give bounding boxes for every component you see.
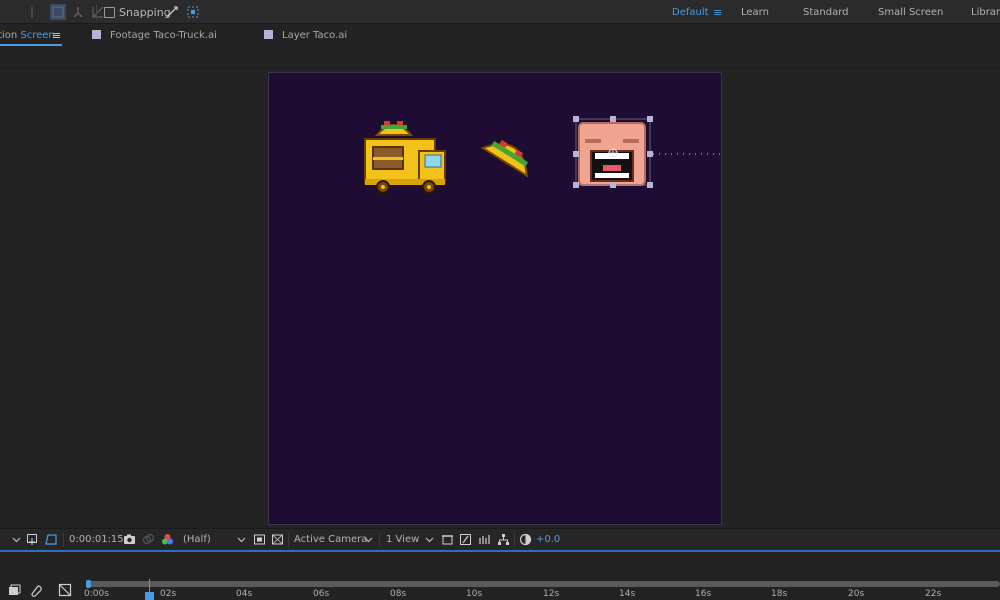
- composition-canvas[interactable]: [268, 72, 723, 525]
- frame-blending-icon[interactable]: [58, 583, 72, 597]
- tab-footage[interactable]: Footage Taco-Truck.ai: [92, 30, 217, 41]
- transform-handle[interactable]: [610, 182, 616, 188]
- workspace-learn[interactable]: Learn: [741, 7, 769, 18]
- playhead-handle[interactable]: [145, 592, 154, 600]
- time-ruler-label: 16s: [695, 589, 712, 599]
- time-ruler-label: 12s: [543, 589, 560, 599]
- time-ruler-label: 14s: [619, 589, 636, 599]
- time-ruler-label: 02s: [160, 589, 177, 599]
- controls-divider: [514, 533, 515, 547]
- active-tab-underline: [0, 44, 62, 46]
- controls-divider: [288, 533, 289, 547]
- transform-handle[interactable]: [573, 182, 579, 188]
- top-toolbar: Snapping Default ≡ Learn Standard Small …: [0, 0, 1000, 24]
- transform-handle[interactable]: [647, 182, 653, 188]
- chevron-down-icon[interactable]: [423, 533, 436, 546]
- timeline-sync-icon[interactable]: [478, 533, 491, 546]
- shy-layers-icon[interactable]: [29, 583, 43, 597]
- resolution-select[interactable]: (Half): [183, 534, 211, 545]
- tab-layer[interactable]: Layer Taco.ai: [264, 30, 347, 41]
- motion-path[interactable]: [653, 151, 723, 157]
- region-of-interest-icon[interactable]: [45, 533, 58, 546]
- toolbar-divider: [96, 4, 97, 20]
- snapping-toggle[interactable]: Snapping: [104, 6, 171, 19]
- current-time-display[interactable]: 0:00:01:15: [69, 534, 124, 545]
- tab-composition[interactable]: tion Screen: [0, 30, 55, 41]
- transform-handle[interactable]: [573, 151, 579, 157]
- chevron-down-icon[interactable]: [235, 533, 248, 546]
- camera-select[interactable]: Active Camera: [294, 534, 367, 545]
- transform-handle[interactable]: [573, 116, 579, 122]
- viewer-tabs: tion Screen Footage Taco-Truck.ai Layer …: [0, 24, 1000, 48]
- time-ruler-label: 08s: [390, 589, 407, 599]
- transform-handle[interactable]: [647, 116, 653, 122]
- time-ruler-label: 04s: [236, 589, 253, 599]
- snap-target-icon[interactable]: [186, 5, 200, 19]
- transform-handle[interactable]: [647, 151, 653, 157]
- work-area-start-handle[interactable]: [86, 580, 91, 588]
- current-time-indicator[interactable]: [149, 579, 150, 593]
- viewer-controls: ) 0:00:01:15 (Half) Active Camera 1 View: [0, 528, 1000, 550]
- magnification-menu-icon[interactable]: ): [0, 534, 1, 545]
- time-ruler-label: 0:00s: [84, 589, 109, 599]
- tab-composition-prefix: tion: [0, 30, 18, 41]
- taco-truck-sprite[interactable]: [364, 138, 446, 194]
- time-ruler-label: 20s: [848, 589, 865, 599]
- reset-exposure-icon[interactable]: [519, 533, 532, 546]
- tool-icons: [30, 4, 106, 20]
- composition-mini-flowchart-icon[interactable]: [7, 583, 21, 597]
- draft-3d-icon[interactable]: [459, 533, 472, 546]
- view-layout-select[interactable]: 1 View: [386, 534, 419, 545]
- workspace-default[interactable]: Default: [672, 7, 709, 18]
- show-snapshot-icon[interactable]: [142, 533, 155, 546]
- panel-menu-icon[interactable]: ≡: [52, 29, 61, 42]
- flowchart-icon[interactable]: [497, 533, 510, 546]
- flying-taco-sprite[interactable]: [480, 134, 536, 178]
- controls-divider: [379, 533, 380, 547]
- color-channels-icon[interactable]: [161, 533, 174, 546]
- time-ruler-label: 10s: [466, 589, 483, 599]
- tab-layer-label: Layer Taco.ai: [282, 30, 348, 41]
- fast-previews-icon[interactable]: [253, 533, 266, 546]
- chevron-down-icon[interactable]: [362, 533, 375, 546]
- timeline-panel: 0:00s 02s 04s 06s 08s 10s 12s 14s 16s 18…: [0, 552, 1000, 600]
- chevron-down-icon[interactable]: [10, 533, 23, 546]
- workspace-menu-icon[interactable]: ≡: [713, 6, 722, 19]
- canvas-artwork: [364, 116, 723, 194]
- timeline-work-area[interactable]: [88, 581, 1000, 587]
- select-tool-icon[interactable]: [50, 4, 66, 20]
- time-ruler-label: 22s: [925, 589, 942, 599]
- tab-composition-name: Screen: [20, 30, 55, 41]
- snapping-checkbox[interactable]: [104, 7, 115, 18]
- screaming-face-sprite[interactable]: [578, 122, 646, 186]
- controls-divider: [63, 533, 64, 547]
- snapshot-camera-icon[interactable]: [123, 533, 136, 546]
- snap-edge-icon[interactable]: [165, 5, 179, 19]
- label-color-swatch: [264, 30, 273, 39]
- workspace-small-screen[interactable]: Small Screen: [878, 7, 943, 18]
- toggle-pixel-aspect-icon[interactable]: [441, 533, 454, 546]
- puppet-pin-icon[interactable]: [70, 4, 86, 20]
- label-color-swatch: [92, 30, 101, 39]
- snapping-label: Snapping: [119, 6, 171, 19]
- tab-footage-label: Footage Taco-Truck.ai: [110, 30, 217, 41]
- edge-icon[interactable]: [30, 4, 46, 20]
- transparency-grid-icon[interactable]: [271, 533, 284, 546]
- workspace-standard[interactable]: Standard: [803, 7, 849, 18]
- composition-viewer[interactable]: [0, 68, 1000, 528]
- fit-resolution-icon[interactable]: [26, 533, 39, 546]
- time-ruler-label: 18s: [771, 589, 788, 599]
- exposure-value[interactable]: +0.0: [536, 534, 560, 545]
- workspace-libraries[interactable]: Librari: [971, 7, 1000, 18]
- truck-taco-sprite[interactable]: [374, 121, 414, 136]
- transform-handle[interactable]: [610, 116, 616, 122]
- time-ruler-label: 06s: [313, 589, 330, 599]
